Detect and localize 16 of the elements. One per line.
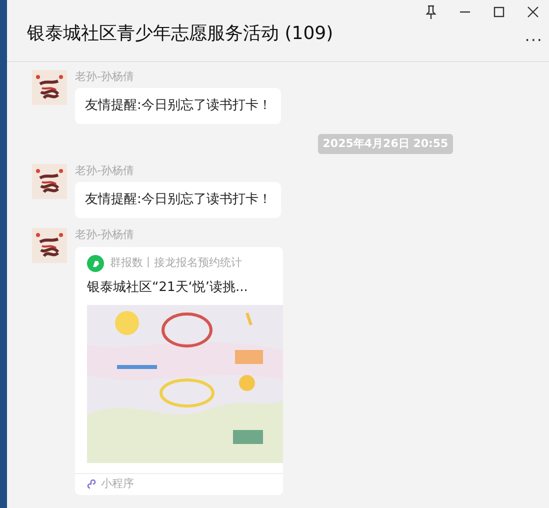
app-logo-icon bbox=[87, 254, 104, 272]
more-button[interactable]: ... bbox=[524, 28, 543, 44]
window-title: 银泰城社区青少年志愿服务活动 (109) bbox=[27, 22, 334, 46]
source-name: 群报数丨接龙报名预约统计 bbox=[110, 254, 242, 271]
sender-name: 老孙-孙杨倩 bbox=[75, 70, 135, 84]
sender-name: 老孙-孙杨倩 bbox=[75, 228, 135, 242]
avatar[interactable] bbox=[32, 70, 67, 105]
avatar[interactable] bbox=[32, 228, 67, 262]
sender-name: 老孙-孙杨倩 bbox=[75, 164, 135, 178]
avatar[interactable] bbox=[32, 164, 67, 199]
message-bubble: 友情提醒:今日别忘了读书打卡！ bbox=[75, 182, 282, 218]
mini-program-card[interactable]: 群报数丨接龙报名预约统计 银泰城社区“21天‘悦’读挑... 小程序 bbox=[75, 246, 283, 494]
card-title: 银泰城社区“21天‘悦’读挑... bbox=[87, 278, 249, 296]
message-bubble: 友情提醒:今日别忘了读书打卡！ bbox=[75, 88, 282, 124]
mini-program-icon bbox=[87, 479, 97, 490]
card-footer-label: 小程序 bbox=[101, 476, 134, 492]
